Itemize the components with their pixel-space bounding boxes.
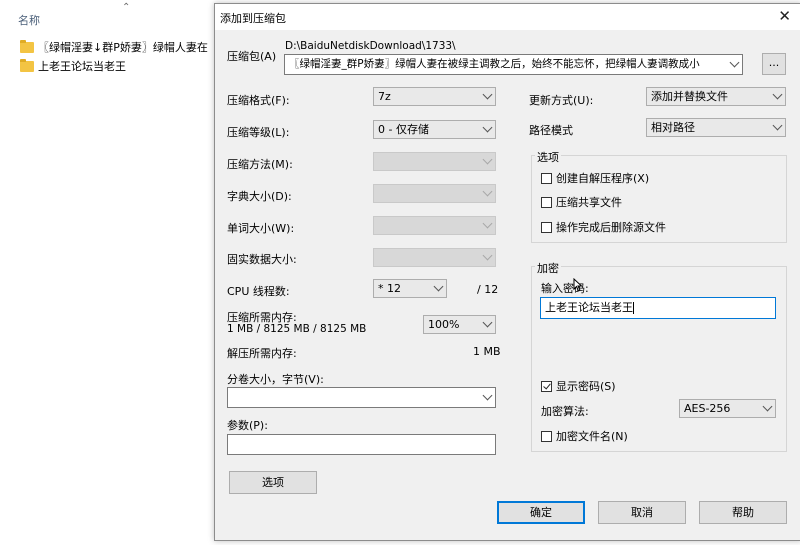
solid-label: 固实数据大小: bbox=[227, 253, 297, 266]
method-label: 压缩方法(M): bbox=[227, 158, 293, 171]
titlebar: 添加到压缩包 ✕ bbox=[215, 4, 800, 30]
show-password-checkbox[interactable]: 显示密码(S) bbox=[541, 378, 616, 394]
add-to-archive-dialog: 添加到压缩包 ✕ 压缩包(A) D:\BaiduNetdiskDownload\… bbox=[214, 3, 800, 541]
chevron-down-icon bbox=[433, 281, 444, 292]
options-button[interactable]: 选项 bbox=[229, 471, 317, 494]
mem-percent-select[interactable]: 100% bbox=[423, 315, 496, 334]
algo-label: 加密算法: bbox=[541, 405, 589, 418]
delete-after-checkbox[interactable]: 操作完成后删除源文件 bbox=[541, 219, 666, 235]
chevron-down-icon bbox=[482, 122, 493, 133]
password-input[interactable]: 上老王论坛当老王 bbox=[540, 297, 776, 319]
mem-decompress-value: 1 MB bbox=[473, 345, 501, 358]
cancel-button[interactable]: 取消 bbox=[598, 501, 686, 524]
update-select[interactable]: 添加并替换文件 bbox=[646, 87, 786, 106]
dict-select bbox=[373, 184, 496, 203]
chevron-down-icon bbox=[762, 401, 773, 412]
volume-combo[interactable] bbox=[227, 387, 496, 408]
checkbox-box bbox=[541, 196, 552, 208]
chevron-down-icon bbox=[482, 154, 493, 165]
chevron-down-icon bbox=[482, 390, 493, 401]
level-select[interactable]: 0 - 仅存储 bbox=[373, 120, 496, 139]
params-input[interactable] bbox=[227, 434, 496, 455]
algo-select[interactable]: AES-256 bbox=[679, 399, 776, 418]
checkbox-box-checked bbox=[541, 380, 552, 392]
mem-compress-value: 1 MB / 8125 MB / 8125 MB bbox=[227, 323, 367, 335]
update-label: 更新方式(U): bbox=[529, 94, 594, 107]
list-item[interactable]: 上老王论坛当老王 bbox=[20, 57, 126, 75]
mouse-cursor-icon bbox=[573, 278, 583, 292]
solid-select bbox=[373, 248, 496, 267]
checkbox-box bbox=[541, 221, 552, 233]
shared-files-label: 压缩共享文件 bbox=[556, 196, 622, 209]
archive-label: 压缩包(A) bbox=[227, 50, 277, 63]
cpu-select[interactable]: * 12 bbox=[373, 279, 447, 298]
chevron-down-icon bbox=[482, 317, 493, 328]
close-icon[interactable]: ✕ bbox=[778, 7, 791, 25]
archive-name-value: 〖绿帽淫妻_群P娇妻〗绿帽人妻在被绿主调教之后，始终不能忘怀，把绿帽人妻调教成小 bbox=[289, 58, 700, 70]
chevron-down-icon bbox=[482, 186, 493, 197]
password-value: 上老王论坛当老王 bbox=[545, 301, 633, 314]
chevron-down-icon bbox=[482, 89, 493, 100]
dict-label: 字典大小(D): bbox=[227, 190, 292, 203]
browse-button[interactable]: ... bbox=[762, 53, 786, 75]
folder-icon bbox=[20, 58, 34, 72]
archive-path: D:\BaiduNetdiskDownload\1733\ bbox=[285, 40, 456, 52]
text-caret bbox=[633, 302, 634, 314]
show-password-label: 显示密码(S) bbox=[556, 380, 616, 393]
help-button[interactable]: 帮助 bbox=[699, 501, 787, 524]
format-select[interactable]: 7z bbox=[373, 87, 496, 106]
list-item-label: 上老王论坛当老王 bbox=[38, 60, 126, 73]
mem-decompress-label: 解压所需内存: bbox=[227, 347, 297, 360]
list-item[interactable]: 〖绿帽淫妻↓群P娇妻〗绿帽人妻在 bbox=[20, 38, 208, 56]
shared-files-checkbox[interactable]: 压缩共享文件 bbox=[541, 194, 622, 210]
cpu-total: / 12 bbox=[477, 283, 499, 296]
chevron-down-icon bbox=[729, 57, 740, 68]
sfx-checkbox[interactable]: 创建自解压程序(X) bbox=[541, 170, 649, 186]
update-value: 添加并替换文件 bbox=[651, 90, 728, 103]
delete-after-label: 操作完成后删除源文件 bbox=[556, 221, 666, 234]
level-value: 0 - 仅存储 bbox=[378, 123, 429, 136]
mem-percent-value: 100% bbox=[428, 318, 460, 331]
pathmode-select[interactable]: 相对路径 bbox=[646, 118, 786, 137]
word-select bbox=[373, 216, 496, 235]
params-label: 参数(P): bbox=[227, 419, 268, 432]
format-label: 压缩格式(F): bbox=[227, 94, 290, 107]
dialog-title: 添加到压缩包 bbox=[220, 12, 286, 25]
word-label: 单词大小(W): bbox=[227, 222, 295, 235]
archive-name-combo[interactable]: 〖绿帽淫妻_群P娇妻〗绿帽人妻在被绿主调教之后，始终不能忘怀，把绿帽人妻调教成小 bbox=[284, 54, 743, 75]
options-group-title: 选项 bbox=[535, 149, 561, 165]
folder-icon bbox=[20, 39, 34, 53]
volume-label: 分卷大小，字节(V): bbox=[227, 373, 324, 386]
cpu-value: * 12 bbox=[378, 282, 401, 295]
format-value: 7z bbox=[378, 90, 391, 103]
chevron-up-icon: ⌃ bbox=[122, 2, 131, 13]
column-header-name[interactable]: 名称 bbox=[18, 12, 40, 28]
chevron-down-icon bbox=[482, 250, 493, 261]
cpu-label: CPU 线程数: bbox=[227, 285, 290, 298]
pathmode-label: 路径模式 bbox=[529, 124, 573, 137]
checkbox-box bbox=[541, 172, 552, 184]
checkbox-box bbox=[541, 430, 552, 442]
ok-button[interactable]: 确定 bbox=[497, 501, 585, 524]
encrypt-names-label: 加密文件名(N) bbox=[556, 430, 628, 443]
chevron-down-icon bbox=[772, 89, 783, 100]
method-select bbox=[373, 152, 496, 171]
encrypt-names-checkbox[interactable]: 加密文件名(N) bbox=[541, 428, 628, 444]
encryption-group-title: 加密 bbox=[535, 260, 561, 276]
pathmode-value: 相对路径 bbox=[651, 121, 695, 134]
chevron-down-icon bbox=[482, 218, 493, 229]
list-item-label: 〖绿帽淫妻↓群P娇妻〗绿帽人妻在 bbox=[38, 41, 208, 54]
sfx-label: 创建自解压程序(X) bbox=[556, 172, 650, 185]
algo-value: AES-256 bbox=[684, 402, 731, 415]
chevron-down-icon bbox=[772, 120, 783, 131]
level-label: 压缩等级(L): bbox=[227, 126, 290, 139]
